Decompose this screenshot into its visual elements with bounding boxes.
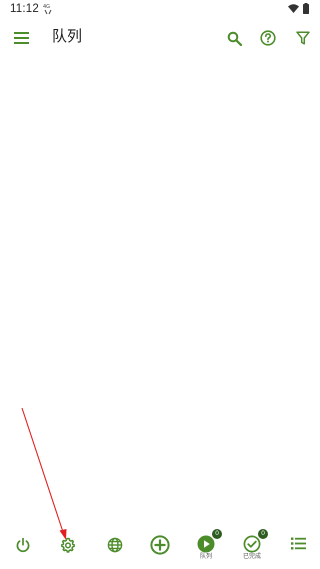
nav-list-button[interactable] bbox=[283, 537, 313, 567]
play-circle-icon bbox=[197, 535, 215, 553]
battery-icon bbox=[303, 3, 309, 14]
nav-completed-label: 已完成 bbox=[242, 554, 261, 560]
filter-icon bbox=[296, 31, 310, 45]
bottom-nav: 0 队列 0 已完成 bbox=[0, 529, 320, 569]
data-transfer-icon: 4G bbox=[43, 4, 52, 15]
completed-count-badge: 0 bbox=[258, 529, 268, 539]
search-icon bbox=[227, 31, 242, 46]
list-icon bbox=[290, 537, 306, 550]
filter-button[interactable] bbox=[292, 27, 314, 49]
power-icon bbox=[16, 537, 30, 553]
nav-completed-button[interactable]: 0 已完成 bbox=[237, 529, 268, 564]
check-circle-icon bbox=[243, 535, 261, 553]
queue-count-badge: 0 bbox=[212, 529, 222, 539]
gear-icon bbox=[60, 537, 76, 553]
wifi-icon bbox=[288, 4, 299, 13]
queue-icon-wrap: 0 bbox=[196, 529, 222, 554]
status-time: 11:12 bbox=[10, 3, 39, 15]
completed-icon-wrap: 0 bbox=[242, 529, 268, 554]
globe-icon bbox=[107, 537, 123, 553]
app-toolbar: 队列 bbox=[0, 22, 320, 54]
help-button[interactable] bbox=[257, 27, 279, 49]
nav-settings-button[interactable] bbox=[53, 537, 83, 567]
page-title: 队列 bbox=[52, 28, 83, 45]
nav-globe-button[interactable] bbox=[100, 537, 130, 567]
status-bar: 11:12 4G bbox=[0, 0, 320, 20]
add-circle-icon bbox=[150, 535, 170, 555]
search-button[interactable] bbox=[223, 27, 245, 49]
nav-queue-button[interactable]: 0 队列 bbox=[191, 529, 222, 564]
queue-list bbox=[0, 60, 320, 530]
nav-add-button[interactable] bbox=[145, 535, 175, 565]
menu-button[interactable] bbox=[10, 27, 32, 49]
help-icon bbox=[260, 30, 276, 46]
nav-power-button[interactable] bbox=[8, 537, 38, 567]
svg-text:4G: 4G bbox=[43, 4, 50, 10]
menu-icon bbox=[13, 32, 29, 44]
nav-queue-label: 队列 bbox=[199, 554, 212, 560]
